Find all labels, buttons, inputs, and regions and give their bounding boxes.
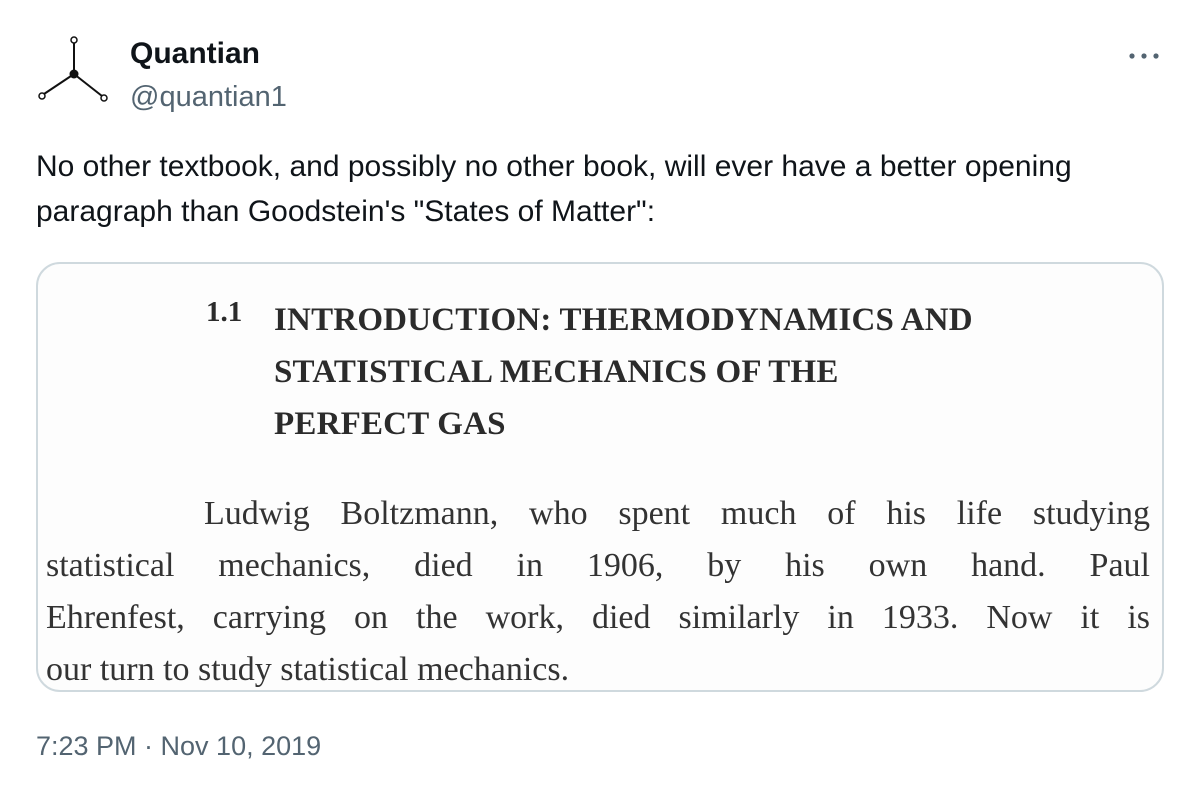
paragraph-line: statistical mechanics, died in 1906, by … <box>46 547 1150 584</box>
paragraph-line: Ludwig Boltzmann, who spent much of his … <box>204 495 1150 532</box>
section-number: 1.1 <box>206 296 243 328</box>
heading-line: PERFECT GAS <box>274 406 506 442</box>
paragraph-line: our turn to study statistical mechanics. <box>46 651 570 688</box>
heading-line: STATISTICAL MECHANICS OF THE <box>274 354 839 390</box>
molecule-diagram-icon <box>38 36 108 102</box>
display-name[interactable]: Quantian <box>130 36 260 72</box>
paragraph-line: Ehrenfest, carrying on the work, died si… <box>46 599 1150 636</box>
more-horizontal-icon <box>1129 53 1159 59</box>
more-options-button[interactable] <box>1124 40 1164 72</box>
book-paragraph: Ludwig Boltzmann, who spent much of his … <box>46 488 1150 690</box>
section-heading: INTRODUCTION: THERMODYNAMICS AND STATIST… <box>274 294 1154 450</box>
tweet: Quantian @quantian1 No other textbook, a… <box>0 0 1196 786</box>
avatar[interactable] <box>30 30 118 118</box>
heading-line: INTRODUCTION: THERMODYNAMICS AND <box>274 302 973 338</box>
user-handle[interactable]: @quantian1 <box>130 79 287 115</box>
timestamp[interactable]: 7:23 PM · Nov 10, 2019 <box>36 728 321 764</box>
media-image[interactable]: 1.1 INTRODUCTION: THERMODYNAMICS AND STA… <box>36 262 1164 692</box>
tweet-text: No other textbook, and possibly no other… <box>36 150 1072 228</box>
